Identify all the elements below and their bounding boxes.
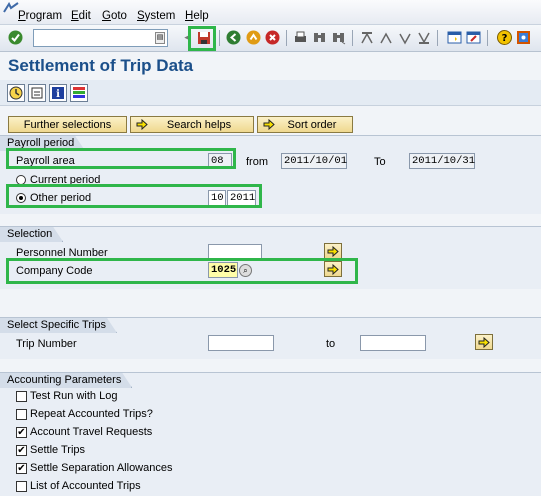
arrow-right-icon	[327, 245, 339, 257]
menu-bar: Program Edit Goto System Help	[0, 0, 541, 25]
cancel-icon[interactable]	[264, 29, 281, 46]
further-selections-label: Further selections	[23, 118, 112, 131]
further-selections-button[interactable]: Further selections	[8, 116, 127, 133]
last-page-icon[interactable]	[415, 29, 432, 46]
selection-title: Selection	[0, 227, 63, 242]
selection-group: Selection Personnel Number Company Code …	[0, 226, 541, 289]
accounting-option-label: Settle Separation Allowances	[30, 462, 173, 474]
accounting-option-label: Settle Trips	[30, 444, 86, 456]
sort-order-button[interactable]: Sort order	[257, 116, 353, 133]
back-icon[interactable]	[225, 29, 242, 46]
trip-multiple-selection-button[interactable]	[475, 334, 493, 350]
trip-number-from-field[interactable]	[208, 335, 274, 351]
payroll-area-label: Payroll area	[16, 155, 75, 167]
accounting-option-checkbox[interactable]	[16, 481, 27, 492]
current-period-label: Current period	[30, 174, 101, 186]
search-help-icon[interactable]: ⌕	[239, 264, 252, 277]
accounting-option-label: List of Accounted Trips	[30, 480, 141, 492]
svg-text:i: i	[56, 89, 60, 100]
toolbar-separator	[487, 30, 488, 46]
other-period-label: Other period	[30, 192, 92, 204]
arrow-right-icon	[478, 336, 490, 348]
layout-icon[interactable]	[70, 84, 88, 102]
trip-to-label: to	[326, 338, 336, 350]
accounting-option-checkbox[interactable]	[16, 409, 27, 420]
payroll-area-field[interactable]: 08	[208, 153, 232, 169]
execute-icon[interactable]	[7, 84, 25, 102]
standard-toolbar: ▤ ◂ ?	[0, 25, 541, 52]
menu-goto[interactable]: Goto	[102, 10, 127, 22]
arrow-right-icon	[327, 263, 339, 275]
first-page-icon[interactable]	[358, 29, 375, 46]
menu-edit[interactable]: Edit	[71, 10, 91, 22]
toolbar-separator	[437, 30, 438, 46]
svg-text:?: ?	[502, 33, 508, 44]
exit-icon[interactable]	[245, 29, 262, 46]
specific-trips-title: Select Specific Trips	[0, 318, 117, 333]
enter-icon[interactable]	[7, 29, 24, 46]
sort-order-label: Sort order	[287, 118, 337, 131]
trip-number-label: Trip Number	[16, 338, 77, 350]
other-year-field[interactable]: 2011	[227, 190, 256, 206]
accounting-option-label: Test Run with Log	[30, 390, 118, 402]
command-history-icon[interactable]: ▤	[155, 32, 165, 44]
previous-page-icon[interactable]	[377, 29, 394, 46]
application-toolbar: i	[0, 80, 541, 106]
other-period-field[interactable]: 10	[208, 190, 226, 206]
personnel-multiple-selection-button[interactable]	[324, 243, 342, 259]
print-icon[interactable]	[292, 29, 309, 46]
payroll-period-group: Payroll period Payroll area 08 from 2011…	[0, 135, 541, 214]
save-variant-icon[interactable]	[28, 84, 46, 102]
search-helps-button[interactable]: Search helps	[130, 116, 254, 133]
personnel-number-field[interactable]	[208, 244, 262, 260]
accounting-option-checkbox[interactable]: ✔	[16, 445, 27, 456]
accounting-option-checkbox[interactable]: ✔	[16, 463, 27, 474]
find-icon[interactable]	[311, 29, 328, 46]
company-code-field[interactable]: 1025	[208, 262, 238, 278]
toolbar-separator	[352, 30, 353, 46]
accounting-option-checkbox[interactable]: ✔	[16, 427, 27, 438]
find-next-icon[interactable]	[330, 29, 347, 46]
new-session-icon[interactable]	[446, 29, 463, 46]
company-multiple-selection-button[interactable]	[324, 261, 342, 277]
arrow-right-icon	[136, 119, 148, 130]
toolbar-separator	[286, 30, 287, 46]
info-icon[interactable]: i	[49, 84, 67, 102]
accounting-option-checkbox[interactable]	[16, 391, 27, 402]
save-icon[interactable]	[195, 29, 212, 46]
specific-trips-group: Select Specific Trips Trip Number to	[0, 317, 541, 359]
personnel-number-label: Personnel Number	[16, 247, 108, 259]
shortcut-icon[interactable]	[465, 29, 482, 46]
command-field[interactable]: ▤	[33, 29, 168, 47]
search-helps-label: Search helps	[166, 118, 232, 131]
next-page-icon[interactable]	[396, 29, 413, 46]
arrow-right-icon	[263, 119, 275, 130]
accounting-option-label: Repeat Accounted Trips?	[30, 408, 153, 420]
accounting-parameters-title: Accounting Parameters	[0, 373, 132, 388]
from-label: from	[246, 156, 268, 168]
sap-menu-icon[interactable]	[3, 2, 19, 14]
menu-program[interactable]: Program	[18, 10, 62, 22]
menu-system[interactable]: System	[137, 10, 175, 22]
period-from-field[interactable]: 2011/10/01	[281, 153, 347, 169]
to-label: To	[374, 156, 386, 168]
accounting-parameters-group: Accounting Parameters Test Run with Log R…	[0, 372, 541, 496]
other-period-radio[interactable]	[16, 193, 26, 203]
period-to-field[interactable]: 2011/10/31	[409, 153, 475, 169]
help-icon[interactable]: ?	[496, 29, 513, 46]
payroll-period-title: Payroll period	[0, 136, 85, 151]
toolbar-separator	[219, 30, 220, 46]
accounting-option-label: Account Travel Requests	[30, 426, 153, 438]
customize-layout-icon[interactable]	[515, 29, 532, 46]
menu-help[interactable]: Help	[185, 10, 209, 22]
company-code-label: Company Code	[16, 265, 93, 277]
page-title: Settlement of Trip Data	[8, 56, 194, 75]
trip-number-to-field[interactable]	[360, 335, 426, 351]
command-arrow-icon[interactable]: ◂	[178, 29, 195, 46]
current-period-radio[interactable]	[16, 175, 26, 185]
